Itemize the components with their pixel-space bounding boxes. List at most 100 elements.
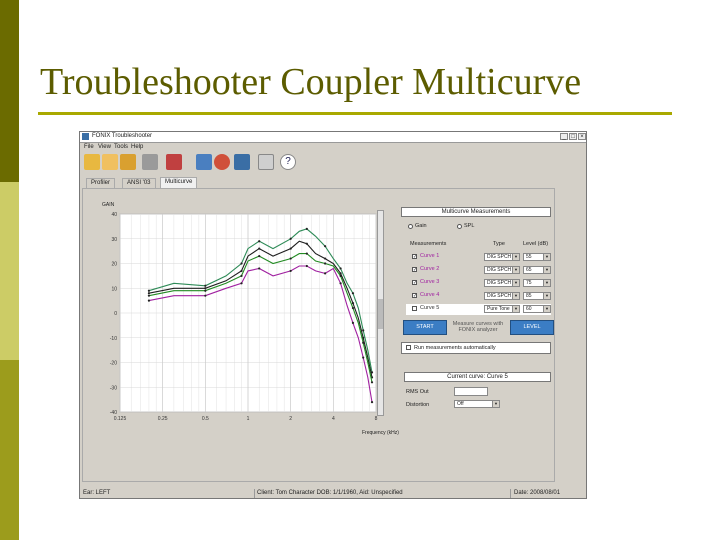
data-point: [147, 294, 151, 297]
curve-type-select[interactable]: DIG SPCH ▼: [484, 266, 520, 274]
distortion-select[interactable]: Off ▼: [454, 400, 500, 408]
tab-multicurve[interactable]: Multicurve: [160, 177, 198, 188]
data-point: [258, 240, 261, 243]
chevron-down-icon[interactable]: ▼: [512, 306, 519, 312]
multicurve-header: Multicurve Measurements: [401, 207, 551, 217]
response-graph: 403020100-10-20-30-400.125 0.25 0.5 1 2 4 8: [110, 212, 378, 422]
curve-level-select[interactable]: 60 ▼: [523, 305, 551, 313]
x-tick-label: 1: [247, 416, 250, 422]
chevron-down-icon[interactable]: ▼: [543, 306, 550, 312]
x-tick-label: 0.25: [158, 416, 168, 422]
data-point: [339, 274, 342, 277]
data-point: [289, 237, 292, 240]
tab-ansi03[interactable]: ANSI '03: [122, 178, 156, 188]
chevron-down-icon[interactable]: ▼: [543, 267, 550, 273]
open-folder-icon[interactable]: [84, 154, 100, 170]
minimize-button[interactable]: _: [560, 133, 568, 140]
chevron-down-icon[interactable]: ▼: [543, 280, 550, 286]
delete-icon[interactable]: [166, 154, 182, 170]
maximize-button[interactable]: □: [569, 133, 577, 140]
y-tick-label: -20: [110, 361, 117, 367]
tab-profiler[interactable]: Profiler: [86, 178, 116, 188]
auto-run-checkbox[interactable]: [406, 345, 411, 350]
data-point: [147, 299, 151, 302]
level-button[interactable]: LEVEL: [510, 320, 554, 335]
data-point: [370, 401, 374, 404]
spl-radio[interactable]: [457, 224, 462, 229]
window-title: FONIX Troubleshooter: [92, 133, 153, 139]
stop-icon[interactable]: [214, 154, 230, 170]
chevron-down-icon[interactable]: ▼: [512, 254, 519, 260]
status-ear: Ear: LEFT: [83, 490, 111, 496]
chevron-down-icon[interactable]: ▼: [512, 267, 519, 273]
chevron-down-icon[interactable]: ▼: [512, 293, 519, 299]
help-icon[interactable]: ?: [280, 154, 296, 170]
chevron-down-icon[interactable]: ▼: [492, 401, 499, 407]
data-point: [204, 294, 207, 297]
chevron-down-icon[interactable]: ▼: [512, 280, 519, 286]
curve-level-select[interactable]: 85 ▼: [523, 292, 551, 300]
curve-checkbox[interactable]: ✓: [412, 293, 417, 299]
y-tick-label: 20: [111, 262, 117, 268]
graph-scrollbar[interactable]: [377, 210, 384, 416]
menu-tools[interactable]: Tools: [114, 144, 128, 150]
curve-label: Curve 3: [420, 279, 440, 285]
data-point: [324, 262, 327, 265]
distortion-value: Off: [457, 401, 464, 407]
data-point: [370, 381, 374, 384]
curve-checkbox[interactable]: [412, 306, 417, 311]
print-icon[interactable]: [142, 154, 158, 170]
open-file-icon[interactable]: [102, 154, 118, 170]
curve-level-select[interactable]: 75 ▼: [523, 279, 551, 287]
data-point: [258, 247, 261, 250]
run-icon[interactable]: [234, 154, 250, 170]
app-window: FONIX Troubleshooter _ □ × File View Too…: [79, 131, 587, 499]
curve-type-select[interactable]: DIG SPCH ▼: [484, 292, 520, 300]
curve-label: Curve 2: [420, 266, 440, 272]
curve-type-value: DIG SPCH: [487, 293, 512, 299]
start-button[interactable]: START: [403, 320, 447, 335]
curve-label: Curve 1: [420, 253, 440, 259]
menu-help[interactable]: Help: [131, 144, 143, 150]
auto-run-label: Run measurements automatically: [414, 345, 496, 351]
scrollbar-thumb[interactable]: [378, 299, 383, 329]
accent-bar-mid: [0, 360, 19, 540]
data-point: [289, 269, 292, 273]
data-point: [305, 252, 308, 255]
curve-checkbox[interactable]: ✓: [412, 280, 417, 286]
data-point: [258, 267, 261, 270]
curve-type-select[interactable]: DIG SPCH ▼: [484, 279, 520, 287]
data-point: [240, 262, 243, 265]
chevron-down-icon[interactable]: ▼: [543, 254, 550, 260]
curve-level-value: 60: [526, 306, 532, 312]
menu-file[interactable]: File: [84, 144, 94, 150]
curve-level-select[interactable]: 55 ▼: [523, 253, 551, 261]
curve-type-value: DIG SPCH: [487, 280, 512, 286]
data-point: [351, 321, 355, 324]
frequency-axis-label: Frequency (kHz): [362, 430, 399, 436]
arrows-icon[interactable]: [196, 154, 212, 170]
accent-bar-dark: [0, 0, 19, 182]
save-icon[interactable]: [120, 154, 136, 170]
curve-row: Curve 5 Pure Tone ▼ 60 ▼: [406, 304, 551, 315]
data-point: [324, 272, 327, 275]
data-point: [240, 282, 243, 285]
curve-type-value: DIG SPCH: [487, 267, 512, 273]
status-date: Date: 2008/08/01: [514, 490, 561, 496]
curve-type-select[interactable]: DIG SPCH ▼: [484, 253, 520, 261]
curve-checkbox[interactable]: ✓: [412, 267, 417, 273]
menu-view[interactable]: View: [98, 144, 111, 150]
accent-bar-light: [0, 182, 19, 360]
curve-label: Curve 4: [420, 292, 440, 298]
gain-radio[interactable]: [408, 224, 413, 229]
rms-out-field[interactable]: [454, 387, 488, 396]
chevron-down-icon[interactable]: ▼: [543, 293, 550, 299]
window-icon[interactable]: [258, 154, 274, 170]
close-button[interactable]: ×: [578, 133, 586, 140]
curve-type-select[interactable]: Pure Tone ▼: [484, 305, 520, 313]
x-tick-label: 0.125: [114, 416, 127, 422]
curve-level-select[interactable]: 65 ▼: [523, 266, 551, 274]
status-bar: Ear: LEFT Client: Tom Character DOB: 1/1…: [80, 488, 586, 499]
curve-row: ✓ Curve 4 DIG SPCH ▼ 85 ▼: [406, 291, 551, 302]
curve-checkbox[interactable]: ✓: [412, 254, 417, 260]
